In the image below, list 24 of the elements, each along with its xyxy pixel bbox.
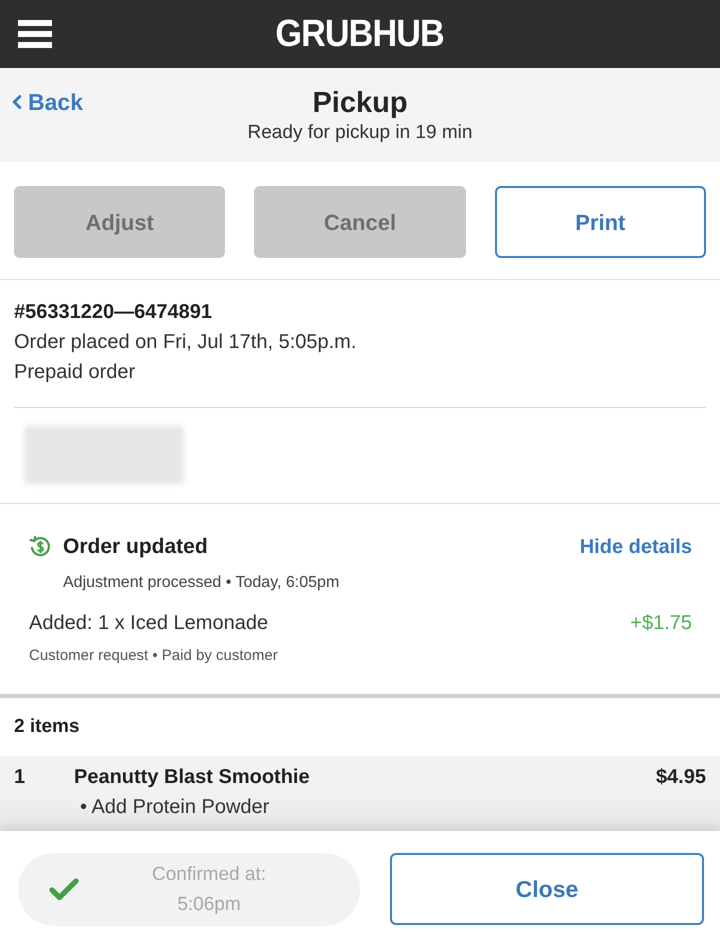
update-meta: Adjustment processed • Today, 6:05pm <box>63 573 340 593</box>
app-logo: GRUBHUB <box>276 15 444 53</box>
confirmed-time: 5:06pm <box>177 892 241 916</box>
order-placed-text: Order placed on Fri, Jul 17th, 5:05p.m. <box>14 330 358 355</box>
items-count: 2 items <box>14 715 80 739</box>
page-subtitle: Ready for pickup in 19 min <box>248 121 472 145</box>
back-link[interactable]: Back <box>6 88 83 116</box>
item-modifier: • Add Protein Powder <box>80 795 270 820</box>
close-button[interactable]: Close <box>390 853 704 925</box>
item-quantity: 1 <box>14 765 26 790</box>
hide-details-link[interactable]: Hide details <box>580 533 692 561</box>
menu-icon[interactable] <box>18 20 52 48</box>
change-description: Added: 1 x Iced Lemonade <box>29 611 268 636</box>
update-title: Order updated <box>63 534 208 560</box>
confirmed-label: Confirmed at: <box>152 862 266 886</box>
action-button[interactable]: Print <box>494 186 706 258</box>
change-amount: +$1.75 <box>630 611 692 636</box>
dollar-refresh-icon <box>29 536 51 558</box>
page-title: Pickup <box>312 86 408 120</box>
order-number: #56331220—6474891 <box>14 300 213 325</box>
item-name: Peanutty Blast Smoothie <box>74 765 311 790</box>
payment-status: Prepaid order <box>14 360 136 385</box>
item-price: $4.95 <box>656 765 706 790</box>
change-note: Customer request • Paid by customer <box>29 646 279 666</box>
